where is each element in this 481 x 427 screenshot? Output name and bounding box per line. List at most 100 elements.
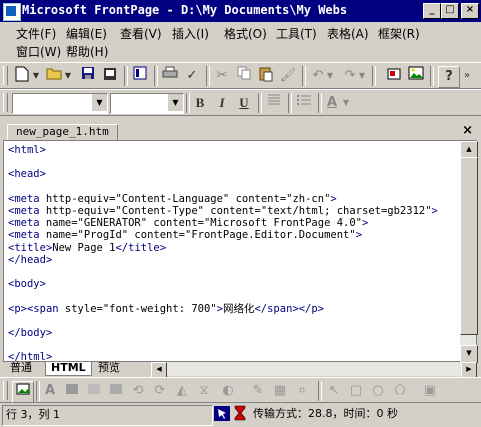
save-icon[interactable] bbox=[78, 66, 98, 86]
menu-frames[interactable]: 框架(R) bbox=[378, 25, 420, 42]
publish-icon[interactable] bbox=[100, 66, 120, 86]
code-line[interactable]: <meta http-equiv="Content-Type" content=… bbox=[8, 205, 454, 217]
code-line[interactable]: <meta http-equiv="Content-Language" cont… bbox=[8, 193, 454, 205]
document-tab[interactable]: new_page_1.htm bbox=[7, 124, 118, 141]
code-line[interactable]: <title>New Page 1</title> bbox=[8, 242, 454, 254]
menu-table[interactable]: 表格(A) bbox=[327, 25, 369, 42]
toolbar-grip[interactable] bbox=[3, 93, 8, 112]
image-map-icon[interactable]: ▦ bbox=[270, 381, 290, 401]
code-line[interactable] bbox=[8, 266, 454, 278]
circle-icon[interactable]: ○ bbox=[368, 381, 388, 401]
toolbar-grip[interactable] bbox=[3, 66, 8, 85]
undo-dropdown-icon[interactable]: ▼ bbox=[326, 66, 334, 86]
code-line[interactable] bbox=[8, 315, 454, 327]
italic-button[interactable]: I bbox=[212, 93, 232, 113]
toolbar-grip[interactable] bbox=[3, 381, 8, 400]
font-color-button[interactable]: A bbox=[322, 93, 342, 113]
toolbar-separator bbox=[372, 66, 376, 86]
code-line[interactable] bbox=[8, 156, 454, 168]
close-button[interactable]: × bbox=[461, 3, 479, 19]
scroll-down-icon[interactable]: ▼ bbox=[460, 345, 478, 363]
redo-icon[interactable]: ↷ bbox=[340, 66, 360, 86]
html-editor[interactable]: <html> <head> <meta http-equiv="Content-… bbox=[3, 140, 478, 364]
menu-file[interactable]: 文件(F) bbox=[16, 25, 56, 42]
code-line[interactable]: <meta name="ProgId" content="FrontPage.E… bbox=[8, 229, 454, 241]
rotate-left-icon[interactable]: ⟲ bbox=[128, 381, 148, 401]
scroll-thumb[interactable] bbox=[460, 157, 478, 335]
rectangle-icon[interactable]: □ bbox=[346, 381, 366, 401]
toolbar-separator bbox=[288, 93, 292, 113]
code-line[interactable]: <p><span style="font-weight: 700">网络化</s… bbox=[8, 303, 454, 315]
flip-vertical-icon[interactable]: ⧖ bbox=[194, 381, 214, 401]
highlight-hotspots-icon[interactable]: ▣ bbox=[420, 381, 440, 401]
maximize-button[interactable]: □ bbox=[441, 3, 459, 19]
bullets-icon[interactable] bbox=[294, 93, 314, 113]
print-icon[interactable] bbox=[160, 66, 180, 86]
tab-normal[interactable]: 普通 bbox=[5, 362, 37, 375]
code-line[interactable]: <html> bbox=[8, 144, 454, 156]
horizontal-scrollbar[interactable]: ◀ ▶ bbox=[151, 362, 477, 378]
code-line[interactable]: </body> bbox=[8, 327, 454, 339]
folder-list-icon[interactable] bbox=[130, 66, 150, 86]
menu-window[interactable]: 窗口(W) bbox=[16, 43, 61, 60]
font-color-dropdown-icon[interactable]: ▼ bbox=[342, 93, 350, 113]
underline-button[interactable]: U bbox=[234, 93, 254, 113]
format-painter-icon[interactable]: 🖌 bbox=[278, 66, 298, 86]
code-line[interactable]: <body> bbox=[8, 278, 454, 290]
code-line[interactable] bbox=[8, 181, 454, 193]
tab-preview[interactable]: 预览 bbox=[93, 362, 125, 375]
undo-icon[interactable]: ↶ bbox=[308, 66, 328, 86]
menu-help[interactable]: 帮助(H) bbox=[66, 43, 108, 60]
crop-icon[interactable]: ⌗ bbox=[292, 381, 312, 401]
menu-edit[interactable]: 编辑(E) bbox=[66, 25, 107, 42]
grayscale-icon[interactable] bbox=[62, 381, 82, 401]
font-select[interactable]: ▼ bbox=[110, 93, 184, 114]
open-dropdown-icon[interactable]: ▼ bbox=[64, 66, 72, 86]
menu-format[interactable]: 格式(O) bbox=[224, 25, 267, 42]
insert-component-icon[interactable] bbox=[384, 66, 404, 86]
new-page-icon[interactable] bbox=[12, 66, 32, 86]
insert-picture-icon[interactable] bbox=[12, 381, 34, 403]
open-icon[interactable] bbox=[44, 66, 64, 86]
close-icon[interactable]: × bbox=[462, 123, 473, 138]
paste-icon[interactable] bbox=[256, 66, 276, 86]
rotate-right-icon[interactable]: ⟳ bbox=[150, 381, 170, 401]
align-icon[interactable] bbox=[264, 93, 284, 113]
polygon-icon[interactable]: ⬠ bbox=[390, 381, 410, 401]
select-arrow-icon[interactable]: ↖ bbox=[324, 381, 344, 401]
redo-dropdown-icon[interactable]: ▼ bbox=[358, 66, 366, 86]
drawing-toolbar: A ⟲ ⟳ ◭ ⧖ ◐ ✎ ▦ ⌗ ↖ □ ○ ⬠ ▣ bbox=[0, 377, 481, 403]
scroll-left-icon[interactable]: ◀ bbox=[151, 362, 167, 378]
code-line[interactable] bbox=[8, 339, 454, 351]
contrast-icon[interactable] bbox=[106, 381, 126, 401]
cut-icon[interactable]: ✂ bbox=[212, 66, 232, 86]
style-select[interactable]: ▼ bbox=[12, 93, 108, 114]
cursor-position: 行 3，列 1 bbox=[2, 405, 213, 426]
menu-tools[interactable]: 工具(T) bbox=[276, 25, 317, 42]
tab-html[interactable]: HTML bbox=[45, 362, 92, 376]
help-icon[interactable]: ? bbox=[438, 66, 460, 88]
code-line[interactable]: </head> bbox=[8, 254, 454, 266]
toolbar-more-icon[interactable]: » bbox=[462, 66, 472, 86]
copy-icon[interactable] bbox=[234, 66, 254, 86]
code-line[interactable] bbox=[8, 290, 454, 302]
spelling-icon[interactable]: ✓ bbox=[182, 66, 202, 86]
code-line[interactable]: <meta name="GENERATOR" content="Microsof… bbox=[8, 217, 454, 229]
app-icon[interactable] bbox=[3, 3, 21, 21]
minimize-button[interactable]: _ bbox=[423, 3, 441, 19]
code-area[interactable]: <html> <head> <meta http-equiv="Content-… bbox=[8, 144, 454, 364]
insert-picture-icon[interactable] bbox=[406, 66, 426, 86]
pencil-icon[interactable]: ✎ bbox=[248, 381, 268, 401]
new-dropdown-icon[interactable]: ▼ bbox=[32, 66, 40, 86]
status-icon bbox=[214, 405, 232, 424]
code-line[interactable]: <head> bbox=[8, 168, 454, 180]
flip-icon[interactable]: ◭ bbox=[172, 381, 192, 401]
vertical-scrollbar[interactable]: ▲ ▼ bbox=[460, 141, 478, 363]
scroll-right-icon[interactable]: ▶ bbox=[461, 362, 477, 378]
text-icon[interactable]: A bbox=[40, 381, 60, 401]
brightness-icon[interactable]: ◐ bbox=[218, 381, 238, 401]
menu-view[interactable]: 查看(V) bbox=[120, 25, 162, 42]
menu-insert[interactable]: 插入(I) bbox=[172, 25, 209, 42]
bold-button[interactable]: B bbox=[190, 93, 210, 113]
wash-out-icon[interactable] bbox=[84, 381, 104, 401]
